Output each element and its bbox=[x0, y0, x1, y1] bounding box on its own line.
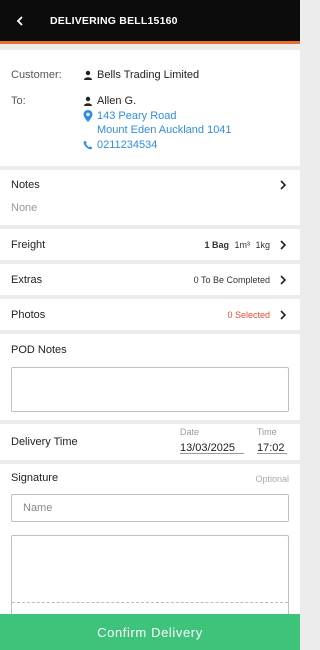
time-label: Time bbox=[257, 427, 277, 437]
confirm-delivery-button[interactable]: Confirm Delivery bbox=[0, 614, 300, 650]
signature-baseline bbox=[12, 602, 288, 603]
signature-pad[interactable] bbox=[11, 535, 289, 625]
extras-row[interactable]: Extras 0 To Be Completed bbox=[0, 264, 300, 295]
customer-label: Customer: bbox=[11, 69, 62, 81]
freight-bags: 1 Bag bbox=[204, 240, 229, 250]
photos-value: 0 Selected bbox=[227, 310, 270, 320]
name-placeholder: Name bbox=[23, 502, 53, 514]
delivery-time-section: Delivery Time Date 13/03/2025 Time 17:02 bbox=[0, 424, 300, 460]
chevron-right-icon bbox=[278, 180, 288, 190]
person-icon bbox=[82, 95, 93, 106]
delivery-time-label: Delivery Time bbox=[11, 436, 78, 448]
to-label: To: bbox=[11, 95, 26, 107]
page-title: DELIVERING BELL15160 bbox=[50, 14, 178, 27]
time-field[interactable]: 17:02 bbox=[257, 438, 287, 454]
photos-label: Photos bbox=[11, 309, 46, 321]
pod-notes-label: POD Notes bbox=[11, 344, 67, 356]
phone-icon bbox=[82, 139, 93, 150]
freight-row[interactable]: Freight 1 Bag 1m³ 1kg bbox=[0, 229, 300, 260]
person-icon bbox=[82, 69, 93, 80]
photos-row[interactable]: Photos 0 Selected bbox=[0, 299, 300, 330]
chevron-right-icon bbox=[278, 310, 288, 320]
pod-notes-input[interactable] bbox=[11, 367, 289, 412]
signature-name-input[interactable]: Name bbox=[11, 494, 289, 522]
time-value: 17:02 bbox=[257, 442, 285, 454]
chevron-right-icon bbox=[278, 275, 288, 285]
date-label: Date bbox=[180, 427, 200, 437]
freight-volume: 1m³ bbox=[234, 240, 250, 250]
address-line-2[interactable]: Mount Eden Auckland 1041 bbox=[97, 124, 232, 136]
back-button[interactable] bbox=[0, 0, 40, 43]
notes-row[interactable]: Notes None bbox=[0, 170, 300, 225]
pod-notes-section: POD Notes bbox=[0, 334, 300, 420]
phone-number[interactable]: 0211234534 bbox=[97, 139, 157, 151]
extras-label: Extras bbox=[11, 274, 43, 286]
customer-name: Bells Trading Limited bbox=[97, 69, 200, 81]
signature-label: Signature bbox=[11, 472, 59, 484]
recipient-name: Allen G. bbox=[97, 95, 137, 107]
location-pin-icon bbox=[82, 110, 93, 122]
extras-value: 0 To Be Completed bbox=[193, 275, 270, 285]
address-line-1[interactable]: 143 Peary Road bbox=[97, 110, 177, 122]
chevron-right-icon bbox=[278, 240, 288, 250]
delivery-info-card: Customer: Bells Trading Limited To: Alle… bbox=[0, 50, 300, 166]
freight-label: Freight bbox=[11, 239, 46, 251]
date-field[interactable]: 13/03/2025 bbox=[180, 438, 244, 454]
freight-summary: 1 Bag 1m³ 1kg bbox=[204, 240, 270, 250]
notes-label: Notes bbox=[11, 179, 40, 191]
freight-weight: 1kg bbox=[255, 240, 270, 250]
date-value: 13/03/2025 bbox=[180, 442, 236, 454]
notes-value: None bbox=[11, 202, 38, 214]
signature-section: Signature Optional Name bbox=[0, 464, 300, 625]
app-header: DELIVERING BELL15160 bbox=[0, 0, 300, 44]
back-arrow-icon bbox=[16, 15, 23, 26]
signature-optional-label: Optional bbox=[255, 474, 289, 484]
